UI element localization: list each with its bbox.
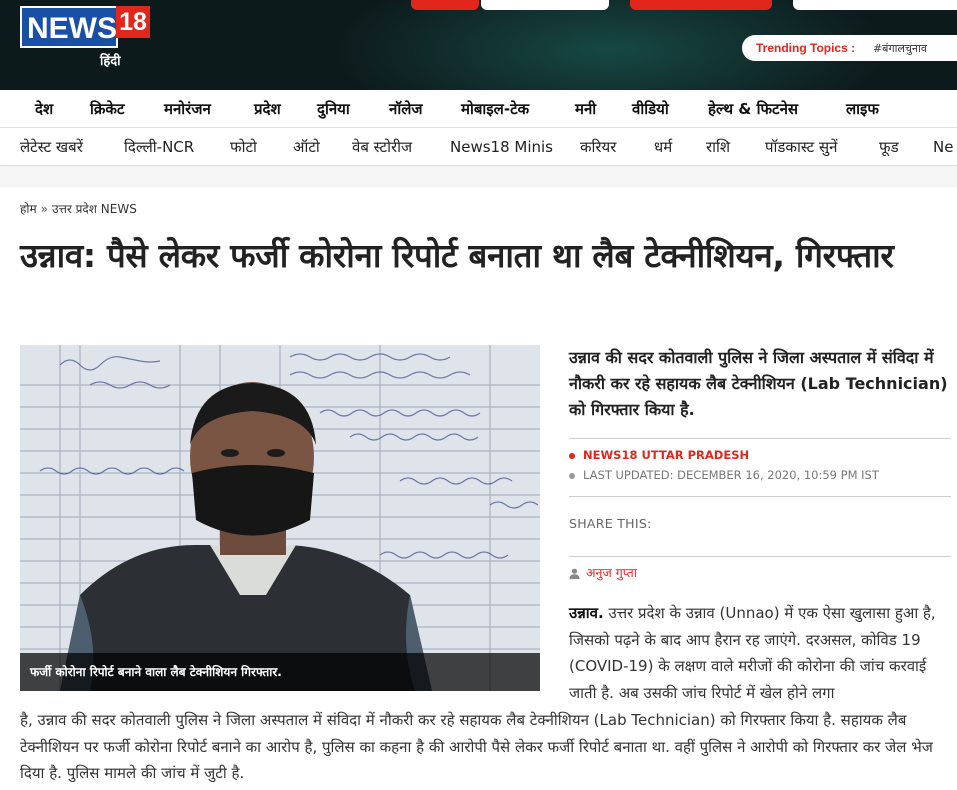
subnav-item-latest[interactable]: लेटेस्ट खबरें [20,128,83,166]
photo-caption: फर्जी कोरोना रिपोर्ट बनाने वाला लैब टेक्… [20,653,540,691]
news18-logo[interactable]: NEWS 18 हिंदी [20,6,152,72]
breadcrumb-section[interactable]: उत्तर प्रदेश NEWS [52,202,137,216]
article-source: NEWS18 UTTAR PRADESH [569,448,749,462]
article-photo-illustration [20,345,540,691]
subnav-item-career[interactable]: करियर [580,128,616,166]
subnav-item-minis[interactable]: News18 Minis [450,128,553,166]
article-summary: उन्नाव की सदर कोतवाली पुलिस ने जिला अस्प… [569,348,948,419]
top-red-button-2[interactable] [630,0,772,10]
timestamp-dot-icon [569,472,575,479]
logo-language-label: हिंदी [100,54,121,69]
nav-item-money[interactable]: मनी [575,90,596,128]
nav-spacer [0,167,957,187]
last-updated-text: LAST UPDATED: DECEMBER 16, 2020, 10:59 P… [583,468,879,482]
subnav-item-delhi-ncr[interactable]: दिल्ली-NCR [124,128,194,166]
trending-tag-link[interactable]: #बंगालचुनाव [873,42,927,55]
article-photo[interactable]: फर्जी कोरोना रिपोर्ट बनाने वाला लैब टेक्… [20,345,540,691]
breadcrumb: होम» उत्तर प्रदेश NEWS [20,200,137,217]
subnav-item-overflow[interactable]: Ne [933,128,953,166]
article-body-continued: है, उन्नाव की सदर कोतवाली पुलिस ने जिला … [20,711,933,782]
meta-divider-top [569,438,951,439]
article-headline: उन्नाव: पैसे लेकर फर्जी कोरोना रिपोर्ट ब… [20,236,894,275]
logo-number-badge: 18 [116,6,150,38]
nav-item-manoranjan[interactable]: मनोरंजन [164,90,211,128]
subnav-item-podcast[interactable]: पॉडकास्ट सुनें [765,128,837,166]
subnav-item-photo[interactable]: फोटो [230,128,257,166]
nav-item-mobile-tech[interactable]: मोबाइल-टेक [461,90,529,128]
top-white-button[interactable] [793,0,957,10]
nav-item-duniya[interactable]: दुनिया [317,90,350,128]
breadcrumb-home[interactable]: होम [20,202,37,216]
share-label: SHARE THIS: [569,516,652,531]
nav-item-life[interactable]: लाइफ [846,90,879,128]
breadcrumb-separator: » [40,202,48,216]
secondary-nav: लेटेस्ट खबरें दिल्ली-NCR फोटो ऑटो वेब स्… [0,128,957,166]
top-search-field[interactable] [481,0,609,10]
subnav-item-auto[interactable]: ऑटो [293,128,320,166]
user-icon [569,568,580,579]
top-red-button[interactable] [411,0,479,10]
subnav-item-rashi[interactable]: राशि [706,128,730,166]
primary-nav: देश क्रिकेट मनोरंजन प्रदेश दुनिया नॉलेज … [0,90,957,128]
meta-divider-bottom [569,556,951,557]
article-dateline: उन्नाव. [569,604,604,622]
article-body-intro-text: उत्तर प्रदेश के उन्नाव (Unnao) में एक ऐस… [569,604,936,702]
subnav-item-food[interactable]: फूड [879,128,899,166]
article-timestamp: LAST UPDATED: DECEMBER 16, 2020, 10:59 P… [569,468,879,482]
subnav-item-web-stories[interactable]: वेब स्टोरीज [352,128,412,166]
article-author[interactable]: अनुज गुप्ता [569,564,637,581]
nav-item-pradesh[interactable]: प्रदेश [254,90,281,128]
nav-item-cricket[interactable]: क्रिकेट [90,90,125,128]
nav-item-knowledge[interactable]: नॉलेज [389,90,423,128]
source-label[interactable]: NEWS18 UTTAR PRADESH [583,448,749,462]
author-name[interactable]: अनुज गुप्ता [586,565,637,580]
trending-topics: Trending Topics : #बंगालचुनाव [742,35,957,61]
subnav-item-dharm[interactable]: धर्म [654,128,672,166]
logo-news-text: NEWS [20,6,118,48]
trending-label: Trending Topics : [756,41,856,55]
nav-item-desh[interactable]: देश [35,90,53,128]
article-body-intro: उन्नाव. उत्तर प्रदेश के उन्नाव (Unnao) म… [569,600,954,706]
site-header: NEWS 18 हिंदी Trending Topics : #बंगालचु… [0,0,957,90]
nav-item-health-fitness[interactable]: हेल्थ & फिटनेस [708,90,798,128]
meta-divider-middle [569,496,951,497]
source-dot-icon [569,452,575,459]
nav-item-video[interactable]: वीडियो [632,90,669,128]
